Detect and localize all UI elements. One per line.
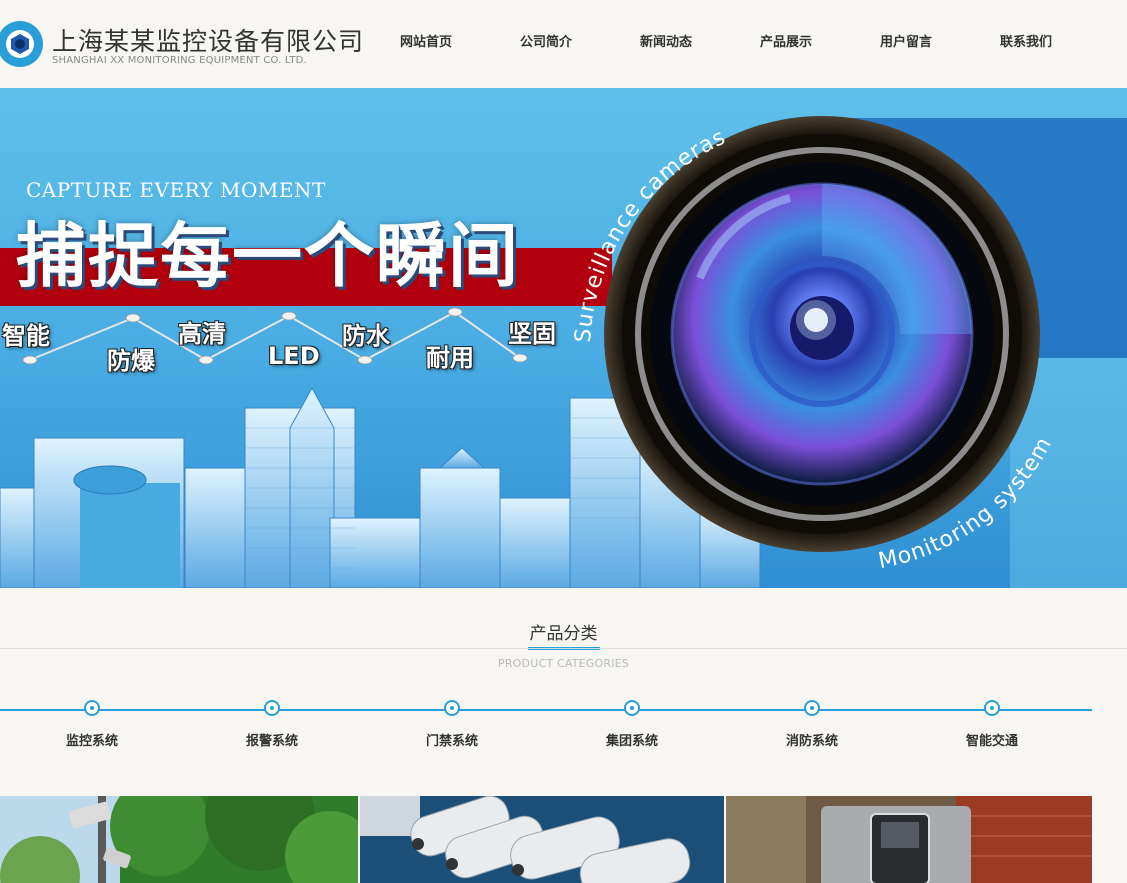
nav-messages[interactable]: 用户留言	[846, 0, 966, 88]
banner-cn-title: 捕捉每一个瞬间	[16, 215, 520, 297]
section-title: 产品分类	[0, 619, 1127, 650]
nav-news[interactable]: 新闻动态	[606, 0, 726, 88]
logo-subtext: SHANGHAI XX MONITORING EQUIPMENT CO. LTD…	[52, 55, 307, 66]
nav-products[interactable]: 产品展示	[726, 0, 846, 88]
arc-text-graphic: Surveillance cameras Monitoring system	[571, 124, 1057, 575]
timeline-node-icon[interactable]	[444, 700, 460, 716]
logo-icon[interactable]	[0, 20, 44, 68]
product-image[interactable]	[360, 796, 724, 883]
timeline-node-icon[interactable]	[624, 700, 640, 716]
nav-home[interactable]: 网站首页	[366, 0, 486, 88]
timeline-node-icon[interactable]	[984, 700, 1000, 716]
category-fire[interactable]: 消防系统	[752, 730, 872, 749]
feature-label: 坚固	[508, 320, 556, 348]
product-image[interactable]	[0, 796, 358, 883]
feature-label: LED	[268, 342, 320, 370]
feature-label: 防水	[342, 322, 390, 350]
site-header: 上海某某监控设备有限公司 SHANGHAI XX MONITORING EQUI…	[0, 0, 1127, 88]
feature-label: 防爆	[107, 347, 155, 375]
section-subtitle: PRODUCT CATEGORIES	[498, 657, 629, 670]
timeline-node-icon[interactable]	[264, 700, 280, 716]
category-traffic[interactable]: 智能交通	[932, 730, 1052, 749]
feature-label: 高清	[178, 320, 226, 348]
main-nav: 网站首页 公司简介 新闻动态 产品展示 用户留言 联系我们	[366, 0, 1086, 88]
feature-label: 耐用	[426, 344, 474, 372]
category-monitoring[interactable]: 监控系统	[32, 730, 152, 749]
category-access-control[interactable]: 门禁系统	[392, 730, 512, 749]
timeline-line	[0, 709, 1092, 711]
banner-en-title: CAPTURE EVERY MOMENT	[26, 178, 326, 202]
product-image[interactable]	[726, 796, 1092, 883]
feature-label: 智能	[2, 322, 50, 350]
nav-about[interactable]: 公司简介	[486, 0, 606, 88]
product-image-access-terminal	[726, 796, 1092, 883]
product-image-bullet-cameras	[360, 796, 724, 883]
arc-text-top: Surveillance cameras	[571, 124, 730, 343]
category-group[interactable]: 集团系统	[572, 730, 692, 749]
nav-contact[interactable]: 联系我们	[966, 0, 1086, 88]
section-divider	[0, 648, 1127, 649]
logo-text[interactable]: 上海某某监控设备有限公司	[52, 22, 364, 58]
hero-banner[interactable]: Surveillance cameras Monitoring system C…	[0, 88, 1127, 588]
category-alarm[interactable]: 报警系统	[212, 730, 332, 749]
timeline-node-icon[interactable]	[804, 700, 820, 716]
product-image-outdoor-camera	[0, 796, 358, 883]
arc-text-bottom: Monitoring system	[876, 433, 1057, 575]
timeline-node-icon[interactable]	[84, 700, 100, 716]
